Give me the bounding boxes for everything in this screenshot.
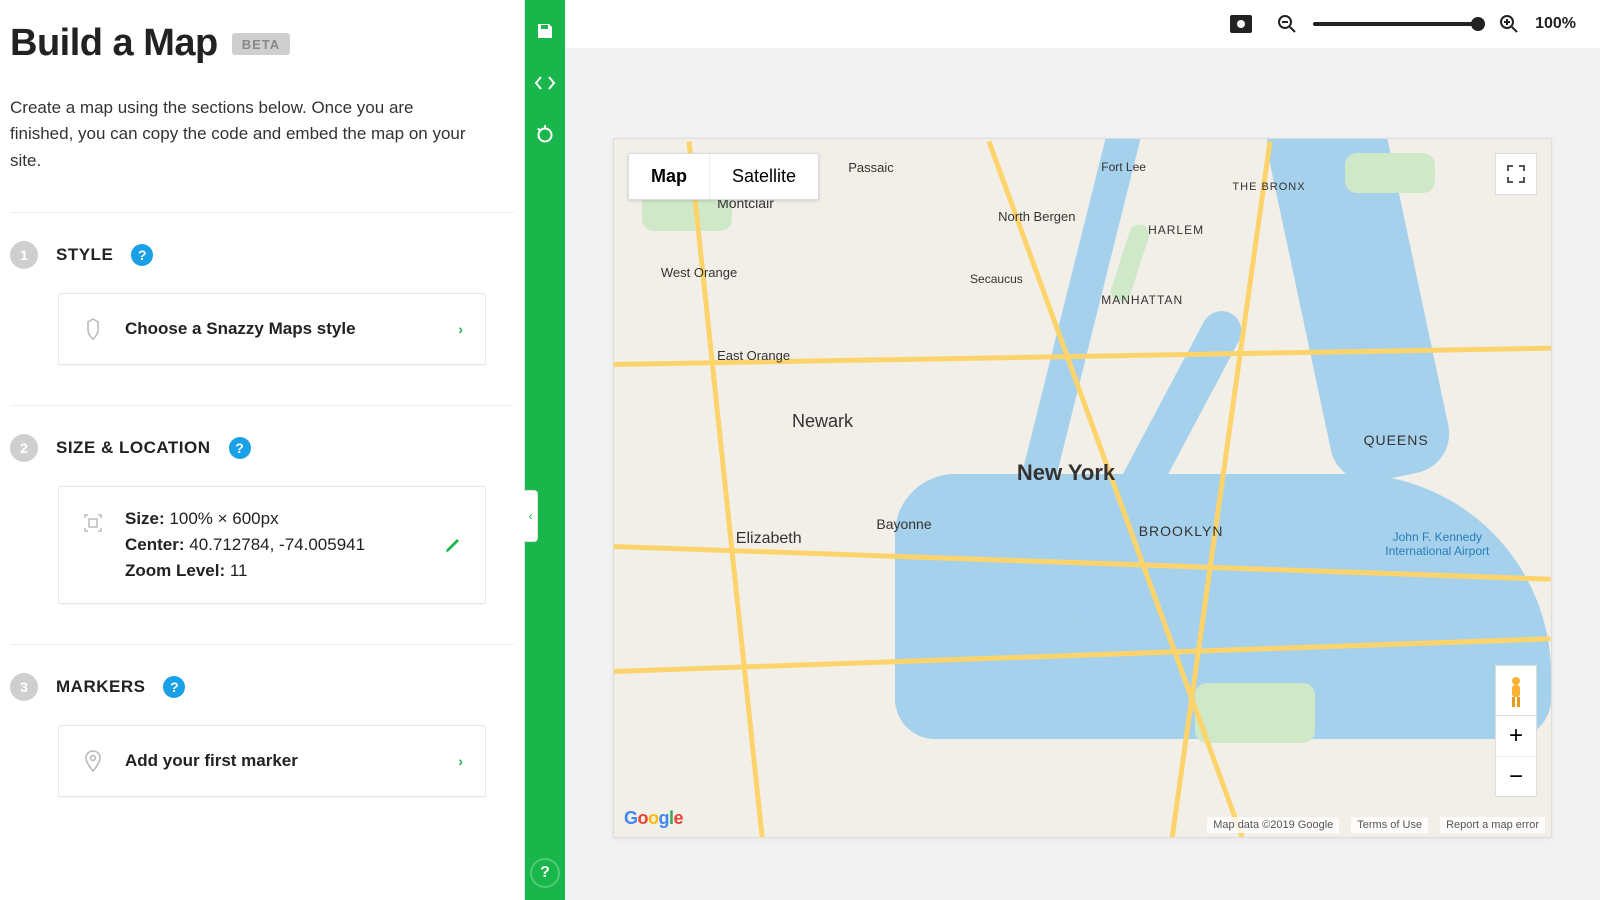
collapse-sidebar-button[interactable]: ‹ bbox=[524, 490, 538, 542]
map-label-fortlee: Fort Lee bbox=[1101, 160, 1146, 174]
map-type-satellite[interactable]: Satellite bbox=[709, 154, 818, 199]
map-label-elizabeth: Elizabeth bbox=[736, 530, 802, 548]
section-title-markers: MARKERS bbox=[56, 677, 145, 697]
map-terms[interactable]: Terms of Use bbox=[1351, 817, 1428, 833]
map-label-harlem: HARLEM bbox=[1148, 223, 1204, 237]
add-marker-card[interactable]: Add your first marker › bbox=[58, 725, 486, 797]
screenshot-button[interactable] bbox=[1227, 10, 1255, 38]
code-button[interactable] bbox=[532, 70, 558, 96]
map-zoom-control: + − bbox=[1495, 715, 1537, 797]
main-panel: 100% bbox=[565, 0, 1600, 900]
center-label: Center: bbox=[125, 535, 185, 554]
map-zoom-in[interactable]: + bbox=[1496, 716, 1536, 756]
beta-badge: BETA bbox=[232, 33, 290, 55]
zoom-slider-handle[interactable] bbox=[1471, 17, 1485, 31]
map-credits: Map data ©2019 Google bbox=[1207, 817, 1339, 833]
map-label-eastorange: East Orange bbox=[717, 348, 790, 363]
size-info-body: Size: 100% × 600px Center: 40.712784, -7… bbox=[125, 509, 365, 581]
fullscreen-button[interactable] bbox=[1495, 153, 1537, 195]
page-intro: Create a map using the sections below. O… bbox=[10, 95, 470, 174]
zoom-slider[interactable] bbox=[1313, 22, 1483, 26]
chevron-right-icon: › bbox=[458, 321, 463, 337]
map-label-passaic: Passaic bbox=[848, 160, 894, 175]
map-footer: Map data ©2019 Google Terms of Use Repor… bbox=[1207, 817, 1545, 833]
map-label-newyork: New York bbox=[1017, 460, 1115, 486]
choose-style-card[interactable]: Choose a Snazzy Maps style › bbox=[58, 293, 486, 365]
step-circle-3: 3 bbox=[10, 673, 38, 701]
help-icon[interactable]: ? bbox=[229, 437, 251, 459]
zoom-in-icon[interactable] bbox=[1495, 10, 1523, 38]
map-stage: New York Newark BROOKLYN QUEENS MANHATTA… bbox=[565, 48, 1600, 900]
zoom-out-icon[interactable] bbox=[1273, 10, 1301, 38]
zoom-percent-label: 100% bbox=[1535, 15, 1576, 33]
topbar: 100% bbox=[565, 0, 1600, 48]
page-title-row: Build a Map BETA bbox=[10, 22, 514, 65]
tool-rail: ? bbox=[525, 0, 565, 900]
rail-help-button[interactable]: ? bbox=[530, 858, 560, 888]
section-title-size: SIZE & LOCATION bbox=[56, 438, 211, 458]
map-label-jfk: John F. Kennedy International Airport bbox=[1382, 530, 1492, 558]
map-type-map[interactable]: Map bbox=[629, 154, 709, 199]
section-markers: 3 MARKERS ? Add your first marker › bbox=[10, 644, 514, 837]
section-size: 2 SIZE & LOCATION ? Size: 100% × 600px C… bbox=[10, 405, 514, 644]
size-label: Size: bbox=[125, 509, 165, 528]
zoom-controls: 100% bbox=[1273, 10, 1576, 38]
map-label-secaucus: Secaucus bbox=[970, 272, 1023, 286]
map-label-bayonne: Bayonne bbox=[876, 516, 931, 532]
google-logo: Google bbox=[624, 808, 683, 829]
map-label-brooklyn: BROOKLYN bbox=[1139, 523, 1224, 539]
step-circle-1: 1 bbox=[10, 241, 38, 269]
zoom-label: Zoom Level: bbox=[125, 561, 225, 580]
map-label-queens: QUEENS bbox=[1364, 432, 1429, 448]
map-label-bronx: THE BRONX bbox=[1232, 181, 1305, 193]
map-zoom-out[interactable]: − bbox=[1496, 756, 1536, 796]
save-button[interactable] bbox=[532, 18, 558, 44]
chevron-right-icon: › bbox=[458, 753, 463, 769]
section-style: 1 STYLE ? Choose a Snazzy Maps style › bbox=[10, 212, 514, 405]
step-circle-2: 2 bbox=[10, 434, 38, 462]
section-title-style: STYLE bbox=[56, 245, 113, 265]
add-marker-label: Add your first marker bbox=[125, 751, 458, 771]
edit-icon[interactable] bbox=[443, 535, 463, 555]
help-icon[interactable]: ? bbox=[131, 244, 153, 266]
map-label-northbergen: North Bergen bbox=[998, 209, 1075, 224]
center-value: 40.712784, -74.005941 bbox=[189, 535, 365, 554]
map-report[interactable]: Report a map error bbox=[1440, 817, 1545, 833]
help-icon[interactable]: ? bbox=[163, 676, 185, 698]
map-canvas[interactable]: New York Newark BROOKLYN QUEENS MANHATTA… bbox=[613, 138, 1552, 838]
map-type-toggle: Map Satellite bbox=[628, 153, 819, 200]
reset-button[interactable] bbox=[532, 122, 558, 148]
map-label-westorange: West Orange bbox=[661, 265, 737, 280]
map-label-newark: Newark bbox=[792, 411, 853, 432]
target-icon bbox=[81, 513, 105, 533]
choose-style-label: Choose a Snazzy Maps style bbox=[125, 319, 458, 339]
page-title: Build a Map bbox=[10, 22, 218, 65]
map-bg: New York Newark BROOKLYN QUEENS MANHATTA… bbox=[614, 139, 1551, 837]
size-value: 100% × 600px bbox=[169, 509, 278, 528]
style-icon bbox=[81, 318, 105, 340]
zoom-value: 11 bbox=[230, 561, 248, 580]
sidebar: Build a Map BETA Create a map using the … bbox=[0, 0, 525, 900]
pegman-button[interactable] bbox=[1495, 665, 1537, 719]
map-label-manhattan: MANHATTAN bbox=[1101, 293, 1183, 307]
size-location-card[interactable]: Size: 100% × 600px Center: 40.712784, -7… bbox=[58, 486, 486, 604]
marker-icon bbox=[81, 750, 105, 772]
